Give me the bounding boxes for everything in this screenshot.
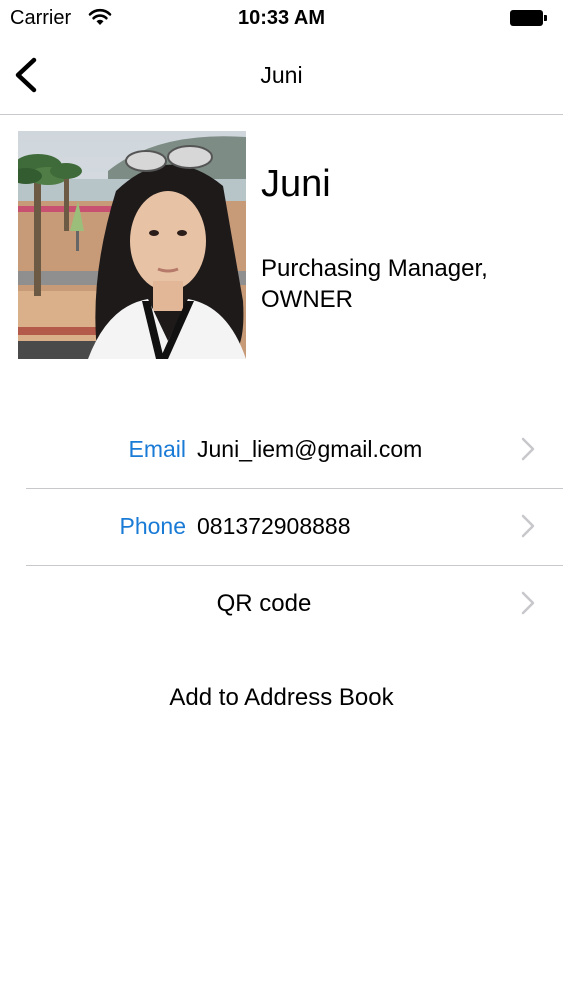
profile-photo <box>18 131 246 359</box>
status-bar: Carrier 10:33 AM <box>0 0 563 38</box>
qr-code-row[interactable]: QR code <box>26 566 563 642</box>
email-value: Juni_liem@gmail.com <box>197 436 423 462</box>
navigation-bar: Juni <box>0 38 563 115</box>
battery-icon <box>510 10 547 26</box>
clock: 10:33 AM <box>237 7 326 29</box>
chevron-right-icon <box>521 437 535 461</box>
contact-name: Juni <box>261 163 331 205</box>
email-label: Email <box>128 436 186 462</box>
phone-label: Phone <box>119 513 186 539</box>
qr-code-label: QR code <box>216 590 312 617</box>
add-to-address-book-button[interactable]: Add to Address Book <box>0 684 563 712</box>
contact-role: Purchasing Manager, OWNER <box>261 255 488 313</box>
page-title: Juni <box>260 62 303 88</box>
chevron-right-icon <box>521 514 535 538</box>
chevron-right-icon <box>521 591 535 615</box>
avatar <box>18 131 246 359</box>
phone-row[interactable]: Phone 081372908888 <box>26 489 563 566</box>
email-row[interactable]: Email Juni_liem@gmail.com <box>26 412 563 489</box>
phone-value: 081372908888 <box>197 513 351 539</box>
